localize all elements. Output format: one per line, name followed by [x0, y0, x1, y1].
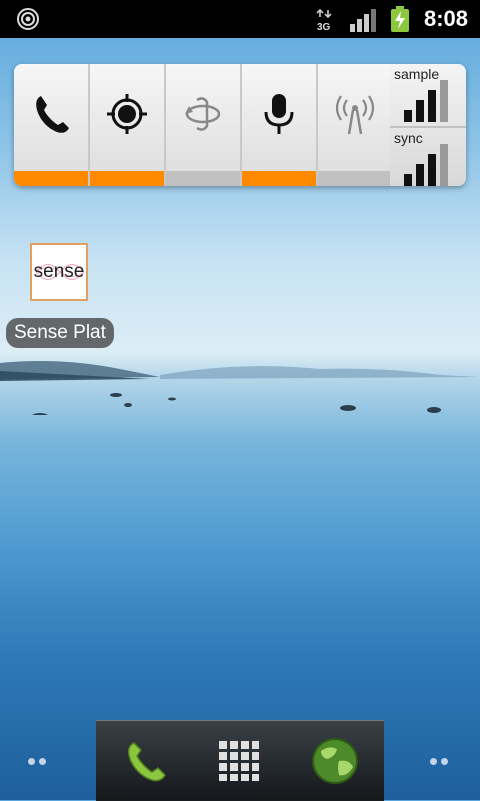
sense-icon-text: sense — [33, 261, 85, 282]
signal-strength-icon — [350, 9, 376, 32]
app-shortcut-label[interactable]: Sense Plat — [6, 318, 114, 348]
browser-globe-icon[interactable] — [311, 737, 359, 785]
notification-target-icon — [17, 8, 39, 30]
sync-rotate-icon — [185, 97, 221, 131]
app-drawer-icon[interactable] — [219, 741, 259, 781]
wallpaper-landscape — [0, 361, 480, 415]
antenna-icon — [335, 95, 375, 135]
sense-app-icon[interactable]: sense — [30, 243, 88, 301]
microphone-icon — [264, 94, 294, 134]
sync-meter[interactable]: sync — [390, 126, 466, 186]
gps-icon — [107, 94, 147, 134]
antenna-toggle-indicator — [318, 171, 392, 186]
sample-meter[interactable]: sample — [390, 64, 466, 124]
microphone-toggle-indicator — [242, 171, 316, 186]
network-type-label: 3G — [317, 22, 331, 32]
gps-toggle-indicator — [90, 171, 164, 186]
sync-toggle[interactable] — [166, 64, 242, 186]
sync-toggle-indicator — [166, 171, 240, 186]
status-bar: 3G 8:08 — [0, 0, 480, 38]
page-indicator-left[interactable] — [28, 750, 52, 765]
phone-icon[interactable] — [122, 737, 170, 785]
antenna-toggle[interactable] — [318, 64, 394, 186]
battery-charging-icon — [391, 6, 409, 32]
signal-bars-icon — [404, 80, 448, 122]
phone-toggle[interactable] — [14, 64, 90, 186]
page-indicator-right[interactable] — [430, 750, 454, 765]
data-3g-icon: 3G — [316, 8, 334, 33]
phone-icon — [36, 96, 69, 133]
power-control-widget: sample sync — [14, 64, 466, 186]
phone-toggle-indicator — [14, 171, 88, 186]
microphone-toggle[interactable] — [242, 64, 318, 186]
gps-toggle[interactable] — [90, 64, 166, 186]
meters-panel: sample sync — [390, 64, 466, 186]
dock — [96, 720, 384, 801]
status-clock: 8:08 — [423, 6, 468, 31]
signal-bars-icon — [404, 144, 448, 186]
